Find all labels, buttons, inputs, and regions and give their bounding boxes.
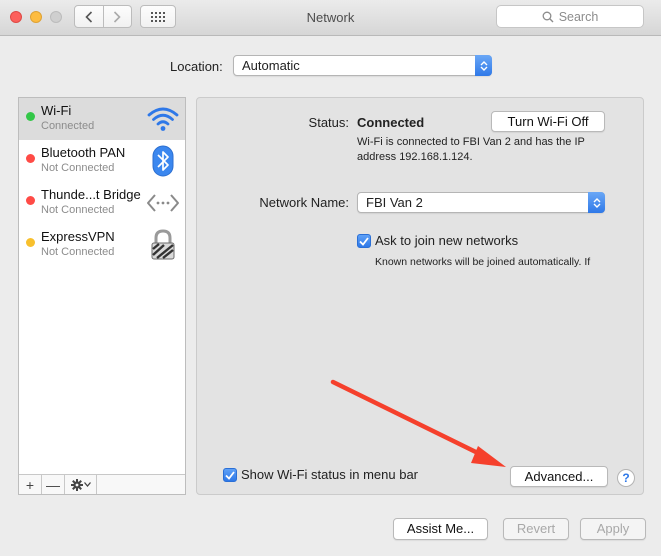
service-item-wifi[interactable]: Wi-Fi Connected [19, 98, 185, 140]
status-dot [26, 196, 35, 205]
location-value: Automatic [242, 58, 300, 73]
assist-me-button[interactable]: Assist Me... [393, 518, 488, 540]
ask-to-join-checkbox[interactable] [357, 234, 371, 248]
service-list-toolbar: + — [19, 474, 185, 494]
remove-service-button[interactable]: — [42, 475, 65, 494]
popup-stepper-icon [475, 55, 492, 76]
apply-button[interactable]: Apply [580, 518, 646, 540]
checkmark-icon [359, 236, 369, 246]
service-name: Wi-Fi [41, 103, 72, 118]
wifi-icon [145, 101, 181, 137]
location-label: Location: [170, 59, 223, 74]
grid-icon [151, 11, 165, 22]
network-name-value: FBI Van 2 [366, 195, 423, 210]
service-status: Connected [41, 120, 95, 132]
chevron-left-icon [85, 10, 92, 23]
show-wifi-status-label: Show Wi-Fi status in menu bar [241, 467, 419, 482]
gear-icon [70, 478, 83, 491]
thunderbolt-bridge-icon [145, 185, 181, 221]
status-dot [26, 154, 35, 163]
chevron-down-icon [83, 482, 91, 487]
advanced-button[interactable]: Advanced... [510, 466, 608, 487]
detail-panel: Status: Connected Wi-Fi is connected to … [196, 97, 644, 495]
revert-button[interactable]: Revert [503, 518, 569, 540]
zoom-icon[interactable] [50, 11, 62, 23]
service-list: Wi-Fi Connected Bluetooth PAN Not Connec… [18, 97, 186, 495]
status-dot [26, 112, 35, 121]
forward-button[interactable] [103, 5, 132, 28]
show-wifi-status-checkbox[interactable] [223, 468, 237, 482]
status-dot [26, 238, 35, 247]
status-description: Wi-Fi is connected to FBI Van 2 and has … [357, 136, 585, 163]
service-status: Not Connected [41, 162, 115, 174]
service-name: ExpressVPN [41, 229, 115, 244]
status-label: Status: [308, 115, 349, 130]
close-icon[interactable] [10, 11, 22, 23]
status-value: Connected [357, 115, 425, 130]
turn-wifi-off-button[interactable]: Turn Wi-Fi Off [491, 111, 605, 132]
service-item-thunderbolt-bridge[interactable]: Thunde...t Bridge Not Connected [19, 182, 185, 224]
navigation-buttons [74, 5, 132, 28]
window-title: Network [306, 10, 355, 25]
checkmark-icon [225, 470, 235, 480]
location-popup[interactable]: Automatic [233, 55, 492, 76]
service-item-expressvpn[interactable]: ExpressVPN Not Connected [19, 224, 185, 266]
chevron-right-icon [114, 10, 121, 23]
search-icon [542, 11, 554, 22]
show-all-button[interactable] [140, 5, 176, 28]
service-status: Not Connected [41, 204, 115, 216]
window-titlebar: Network Search [0, 0, 661, 36]
ask-to-join-note: Known networks will be joined automatica… [375, 256, 591, 268]
network-name-popup[interactable]: FBI Van 2 [357, 192, 605, 213]
popup-stepper-icon [588, 192, 605, 213]
vpn-lock-icon [145, 227, 181, 263]
action-menu-button[interactable] [65, 475, 97, 494]
service-status: Not Connected [41, 246, 115, 258]
back-button[interactable] [74, 5, 104, 28]
add-service-button[interactable]: + [19, 475, 42, 494]
ask-to-join-label: Ask to join new networks [375, 233, 519, 248]
service-name: Bluetooth PAN [41, 145, 126, 160]
search-field[interactable]: Search [496, 5, 644, 28]
network-name-label: Network Name: [259, 195, 349, 210]
help-button[interactable]: ? [617, 469, 635, 487]
search-placeholder: Search [558, 9, 599, 24]
minimize-icon[interactable] [30, 11, 42, 23]
service-item-bluetooth-pan[interactable]: Bluetooth PAN Not Connected [19, 140, 185, 182]
service-name: Thunde...t Bridge [41, 187, 141, 202]
bluetooth-icon [145, 143, 181, 179]
